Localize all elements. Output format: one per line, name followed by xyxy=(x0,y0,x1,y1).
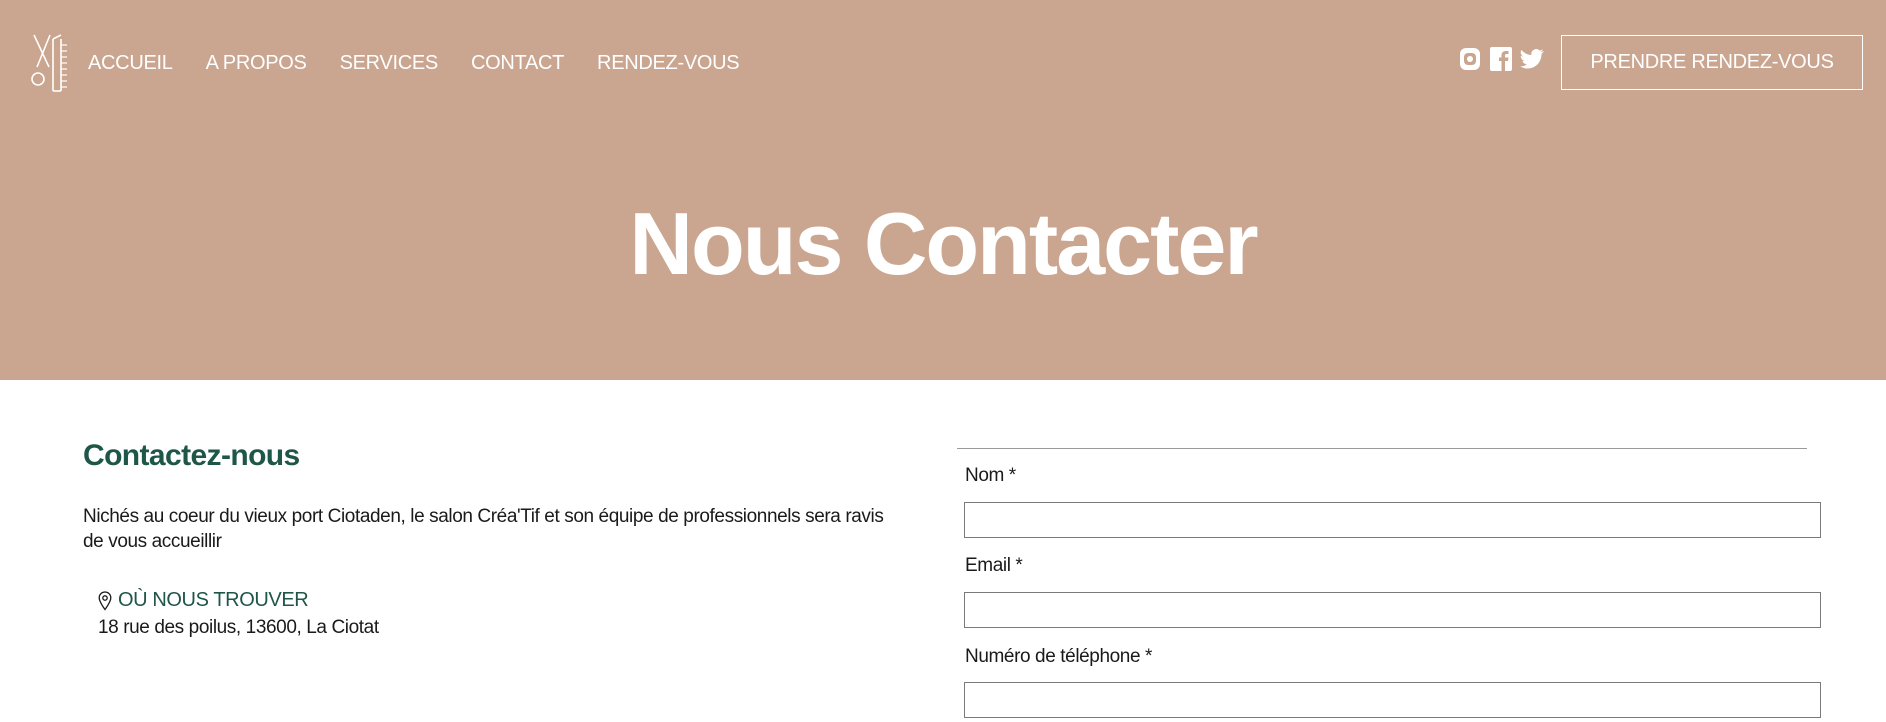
main-nav: ACCUEIL A PROPOS SERVICES CONTACT RENDEZ… xyxy=(88,52,772,75)
name-field[interactable] xyxy=(964,502,1821,538)
address-text: 18 rue des poilus, 13600, La Ciotat xyxy=(98,617,379,638)
page-title: Nous Contacter xyxy=(629,194,1258,293)
book-appointment-button[interactable]: PRENDRE RENDEZ-VOUS xyxy=(1561,35,1863,90)
phone-label: Numéro de téléphone * xyxy=(965,646,1153,667)
contact-description: Nichés au coeur du vieux port Ciotaden, … xyxy=(83,506,884,552)
name-label: Nom * xyxy=(965,465,1016,486)
nav-accueil[interactable]: ACCUEIL xyxy=(88,52,173,75)
location-label: OÙ NOUS TROUVER xyxy=(98,589,309,612)
form-divider xyxy=(957,448,1807,449)
twitter-icon[interactable] xyxy=(1520,46,1544,72)
nav-services[interactable]: SERVICES xyxy=(340,52,439,75)
nav-rendez-vous[interactable]: RENDEZ-VOUS xyxy=(597,52,740,75)
phone-field[interactable] xyxy=(964,682,1821,718)
hero-banner: ACCUEIL A PROPOS SERVICES CONTACT RENDEZ… xyxy=(0,0,1886,380)
social-links xyxy=(1458,46,1544,72)
instagram-icon[interactable] xyxy=(1458,46,1482,72)
nav-contact[interactable]: CONTACT xyxy=(471,52,564,75)
facebook-icon[interactable] xyxy=(1489,46,1513,72)
map-pin-icon xyxy=(98,590,112,611)
logo[interactable] xyxy=(31,33,69,93)
contact-heading: Contactez-nous xyxy=(83,439,300,472)
email-field[interactable] xyxy=(964,592,1821,628)
nav-a-propos[interactable]: A PROPOS xyxy=(206,52,307,75)
location-label-text: OÙ NOUS TROUVER xyxy=(118,589,309,611)
email-label: Email * xyxy=(965,555,1023,576)
